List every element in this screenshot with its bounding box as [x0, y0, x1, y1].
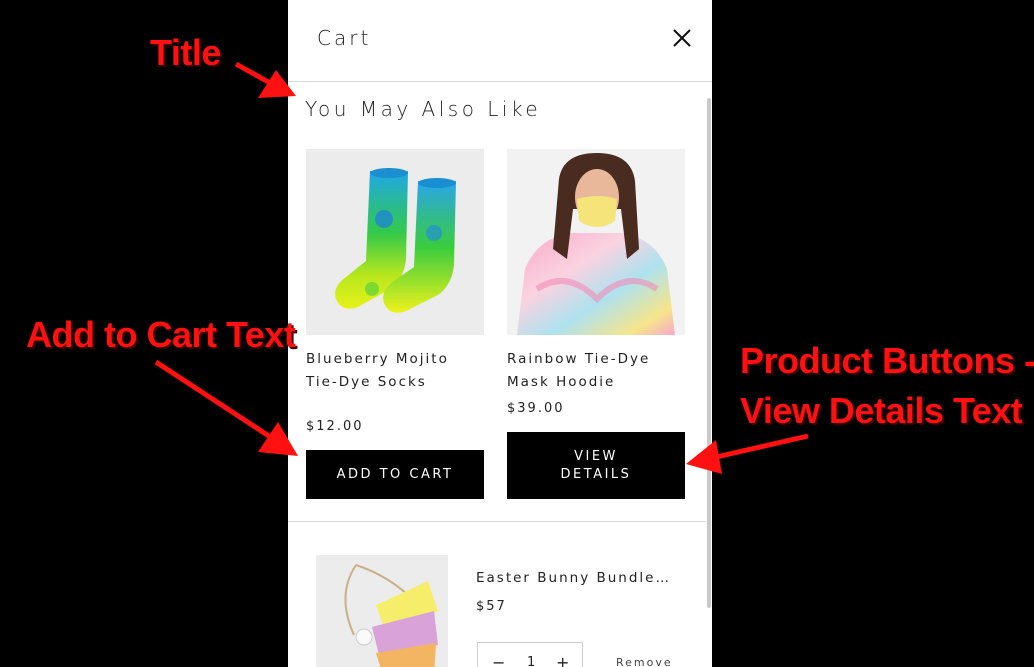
view-details-button[interactable]: VIEW DETAILS	[507, 432, 685, 499]
plus-button[interactable]: +	[556, 653, 569, 667]
product-name-line1: Rainbow Tie-Dye	[507, 351, 651, 367]
line-item-price: $57	[476, 599, 507, 614]
product-card: Blueberry Mojito Tie-Dye Socks $12.00 AD…	[306, 149, 484, 499]
scrollbar[interactable]	[707, 98, 711, 608]
quantity-stepper: − 1 +	[477, 642, 583, 667]
product-image-socks[interactable]	[306, 149, 484, 335]
product-name-line1: Blueberry Mojito	[306, 351, 449, 367]
divider	[288, 521, 706, 522]
line-item-image[interactable]	[316, 555, 448, 667]
section-title: You May Also Like	[305, 97, 542, 121]
product-name[interactable]: Blueberry Mojito Tie-Dye Socks	[306, 348, 486, 394]
product-image-hoodie[interactable]	[507, 149, 685, 335]
view-details-line1: VIEW	[574, 448, 618, 464]
annotation-view-details: View Details Text	[740, 390, 1023, 431]
product-name[interactable]: Rainbow Tie-Dye Mask Hoodie	[507, 348, 687, 394]
product-name-line2: Mask Hoodie	[507, 374, 616, 390]
cart-header: Cart	[288, 0, 712, 82]
remove-link[interactable]: Remove	[616, 656, 673, 667]
minus-button[interactable]: −	[492, 653, 505, 667]
cart-title: Cart	[317, 26, 372, 50]
product-price: $39.00	[507, 401, 565, 416]
annotation-product-buttons: Product Buttons -	[740, 340, 1034, 381]
close-icon[interactable]	[668, 24, 696, 52]
annotation-title: Title	[150, 32, 221, 73]
quantity-value[interactable]: 1	[527, 655, 535, 667]
line-item-name[interactable]: Easter Bunny Bundle…	[476, 570, 671, 586]
view-details-line2: DETAILS	[560, 466, 632, 482]
add-to-cart-button[interactable]: ADD TO CART	[306, 450, 484, 499]
cart-drawer: Cart You May Also Like Blueberry Mojito …	[288, 0, 712, 667]
annotation-add-to-cart: Add to Cart Text	[26, 314, 296, 355]
product-card: Rainbow Tie-Dye Mask Hoodie $39.00 VIEW …	[507, 149, 685, 499]
product-name-line2: Tie-Dye Socks	[306, 374, 427, 390]
product-price: $12.00	[306, 419, 364, 434]
